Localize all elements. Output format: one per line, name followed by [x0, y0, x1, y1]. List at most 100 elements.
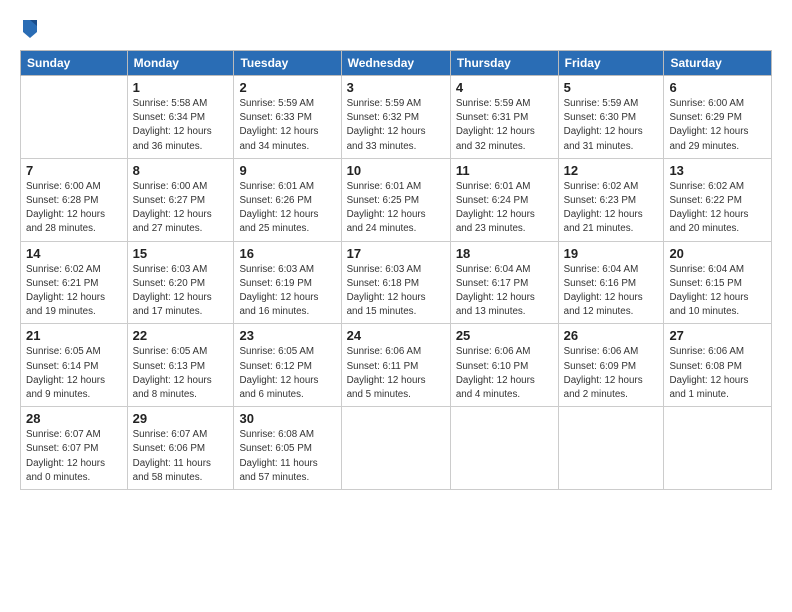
day-info: Sunrise: 6:01 AM Sunset: 6:25 PM Dayligh…: [347, 180, 445, 237]
calendar-cell: 30 Sunrise: 6:08 AM Sunset: 6:05 PM Dayli…: [234, 407, 341, 490]
weekday-header-thursday: Thursday: [450, 51, 558, 76]
weekday-header-sunday: Sunday: [21, 51, 128, 76]
day-number: 27: [669, 328, 766, 343]
day-number: 18: [456, 246, 553, 261]
logo: [20, 18, 39, 40]
weekday-header-friday: Friday: [558, 51, 664, 76]
day-info: Sunrise: 6:06 AM Sunset: 6:09 PM Dayligh…: [564, 345, 659, 402]
calendar-cell: [450, 407, 558, 490]
day-info: Sunrise: 6:01 AM Sunset: 6:26 PM Dayligh…: [239, 180, 335, 237]
calendar-cell: 22 Sunrise: 6:05 AM Sunset: 6:13 PM Dayli…: [127, 324, 234, 407]
weekday-header-monday: Monday: [127, 51, 234, 76]
calendar-week-5: 28 Sunrise: 6:07 AM Sunset: 6:07 PM Dayli…: [21, 407, 772, 490]
calendar-week-4: 21Sunrise: 6:05 AM Sunset: 6:14 PM Dayli…: [21, 324, 772, 407]
calendar-cell: 4 Sunrise: 5:59 AM Sunset: 6:31 PM Daylig…: [450, 76, 558, 159]
day-info: Sunrise: 6:06 AM Sunset: 6:10 PM Dayligh…: [456, 345, 553, 402]
day-info: Sunrise: 6:02 AM Sunset: 6:22 PM Dayligh…: [669, 180, 766, 237]
calendar-cell: 6 Sunrise: 6:00 AM Sunset: 6:29 PM Daylig…: [664, 76, 772, 159]
day-number: 26: [564, 328, 659, 343]
day-number: 23: [239, 328, 335, 343]
day-number: 21: [26, 328, 122, 343]
day-number: 4: [456, 80, 553, 95]
calendar-table: SundayMondayTuesdayWednesdayThursdayFrid…: [20, 50, 772, 490]
day-number: 28: [26, 411, 122, 426]
day-info: Sunrise: 6:03 AM Sunset: 6:18 PM Dayligh…: [347, 263, 445, 320]
day-number: 2: [239, 80, 335, 95]
day-info: Sunrise: 5:59 AM Sunset: 6:31 PM Dayligh…: [456, 97, 553, 154]
day-info: Sunrise: 6:01 AM Sunset: 6:24 PM Dayligh…: [456, 180, 553, 237]
calendar-cell: 28 Sunrise: 6:07 AM Sunset: 6:07 PM Dayli…: [21, 407, 128, 490]
day-info: Sunrise: 6:06 AM Sunset: 6:11 PM Dayligh…: [347, 345, 445, 402]
day-number: 20: [669, 246, 766, 261]
day-number: 15: [133, 246, 229, 261]
day-number: 17: [347, 246, 445, 261]
day-number: 11: [456, 163, 553, 178]
weekday-header-saturday: Saturday: [664, 51, 772, 76]
weekday-header-wednesday: Wednesday: [341, 51, 450, 76]
calendar-cell: [21, 76, 128, 159]
calendar-cell: 7Sunrise: 6:00 AM Sunset: 6:28 PM Daylig…: [21, 158, 128, 241]
calendar-cell: 10 Sunrise: 6:01 AM Sunset: 6:25 PM Dayli…: [341, 158, 450, 241]
day-info: Sunrise: 6:03 AM Sunset: 6:20 PM Dayligh…: [133, 263, 229, 320]
calendar-cell: 15 Sunrise: 6:03 AM Sunset: 6:20 PM Dayli…: [127, 241, 234, 324]
calendar-cell: 27 Sunrise: 6:06 AM Sunset: 6:08 PM Dayli…: [664, 324, 772, 407]
day-number: 5: [564, 80, 659, 95]
calendar-cell: 20 Sunrise: 6:04 AM Sunset: 6:15 PM Dayli…: [664, 241, 772, 324]
day-info: Sunrise: 6:07 AM Sunset: 6:06 PM Dayligh…: [133, 428, 229, 485]
page: SundayMondayTuesdayWednesdayThursdayFrid…: [0, 0, 792, 612]
day-info: Sunrise: 6:02 AM Sunset: 6:21 PM Dayligh…: [26, 263, 122, 320]
calendar-cell: 29 Sunrise: 6:07 AM Sunset: 6:06 PM Dayli…: [127, 407, 234, 490]
calendar-cell: 17 Sunrise: 6:03 AM Sunset: 6:18 PM Dayli…: [341, 241, 450, 324]
day-info: Sunrise: 6:00 AM Sunset: 6:29 PM Dayligh…: [669, 97, 766, 154]
day-info: Sunrise: 5:59 AM Sunset: 6:33 PM Dayligh…: [239, 97, 335, 154]
day-number: 9: [239, 163, 335, 178]
calendar-cell: 2 Sunrise: 5:59 AM Sunset: 6:33 PM Daylig…: [234, 76, 341, 159]
day-number: 30: [239, 411, 335, 426]
calendar-cell: 3Sunrise: 5:59 AM Sunset: 6:32 PM Daylig…: [341, 76, 450, 159]
day-number: 13: [669, 163, 766, 178]
calendar-cell: 13 Sunrise: 6:02 AM Sunset: 6:22 PM Dayli…: [664, 158, 772, 241]
day-number: 14: [26, 246, 122, 261]
calendar-cell: 1Sunrise: 5:58 AM Sunset: 6:34 PM Daylig…: [127, 76, 234, 159]
calendar-cell: 21Sunrise: 6:05 AM Sunset: 6:14 PM Dayli…: [21, 324, 128, 407]
day-number: 6: [669, 80, 766, 95]
calendar-cell: 16 Sunrise: 6:03 AM Sunset: 6:19 PM Dayli…: [234, 241, 341, 324]
calendar-cell: [558, 407, 664, 490]
day-info: Sunrise: 6:02 AM Sunset: 6:23 PM Dayligh…: [564, 180, 659, 237]
day-number: 29: [133, 411, 229, 426]
day-info: Sunrise: 6:04 AM Sunset: 6:15 PM Dayligh…: [669, 263, 766, 320]
day-number: 22: [133, 328, 229, 343]
calendar-cell: 23Sunrise: 6:05 AM Sunset: 6:12 PM Dayli…: [234, 324, 341, 407]
weekday-header-tuesday: Tuesday: [234, 51, 341, 76]
calendar-cell: 24Sunrise: 6:06 AM Sunset: 6:11 PM Dayli…: [341, 324, 450, 407]
calendar-cell: 18 Sunrise: 6:04 AM Sunset: 6:17 PM Dayli…: [450, 241, 558, 324]
calendar-week-2: 7Sunrise: 6:00 AM Sunset: 6:28 PM Daylig…: [21, 158, 772, 241]
day-number: 16: [239, 246, 335, 261]
day-number: 10: [347, 163, 445, 178]
header: [20, 18, 772, 40]
day-info: Sunrise: 6:08 AM Sunset: 6:05 PM Dayligh…: [239, 428, 335, 485]
calendar-cell: 8Sunrise: 6:00 AM Sunset: 6:27 PM Daylig…: [127, 158, 234, 241]
day-info: Sunrise: 6:06 AM Sunset: 6:08 PM Dayligh…: [669, 345, 766, 402]
day-info: Sunrise: 6:00 AM Sunset: 6:28 PM Dayligh…: [26, 180, 122, 237]
calendar-cell: 11 Sunrise: 6:01 AM Sunset: 6:24 PM Dayli…: [450, 158, 558, 241]
calendar-cell: 25 Sunrise: 6:06 AM Sunset: 6:10 PM Dayli…: [450, 324, 558, 407]
day-info: Sunrise: 5:59 AM Sunset: 6:32 PM Dayligh…: [347, 97, 445, 154]
day-number: 12: [564, 163, 659, 178]
calendar-cell: [664, 407, 772, 490]
calendar-cell: 14 Sunrise: 6:02 AM Sunset: 6:21 PM Dayli…: [21, 241, 128, 324]
calendar-week-1: 1Sunrise: 5:58 AM Sunset: 6:34 PM Daylig…: [21, 76, 772, 159]
day-info: Sunrise: 6:07 AM Sunset: 6:07 PM Dayligh…: [26, 428, 122, 485]
day-info: Sunrise: 6:04 AM Sunset: 6:16 PM Dayligh…: [564, 263, 659, 320]
day-info: Sunrise: 6:04 AM Sunset: 6:17 PM Dayligh…: [456, 263, 553, 320]
calendar-cell: 26 Sunrise: 6:06 AM Sunset: 6:09 PM Dayli…: [558, 324, 664, 407]
day-info: Sunrise: 5:58 AM Sunset: 6:34 PM Dayligh…: [133, 97, 229, 154]
day-info: Sunrise: 6:03 AM Sunset: 6:19 PM Dayligh…: [239, 263, 335, 320]
calendar-week-3: 14 Sunrise: 6:02 AM Sunset: 6:21 PM Dayli…: [21, 241, 772, 324]
calendar-cell: [341, 407, 450, 490]
logo-icon: [21, 18, 39, 40]
calendar-header-row: SundayMondayTuesdayWednesdayThursdayFrid…: [21, 51, 772, 76]
calendar-cell: 5Sunrise: 5:59 AM Sunset: 6:30 PM Daylig…: [558, 76, 664, 159]
day-info: Sunrise: 6:05 AM Sunset: 6:13 PM Dayligh…: [133, 345, 229, 402]
day-number: 25: [456, 328, 553, 343]
